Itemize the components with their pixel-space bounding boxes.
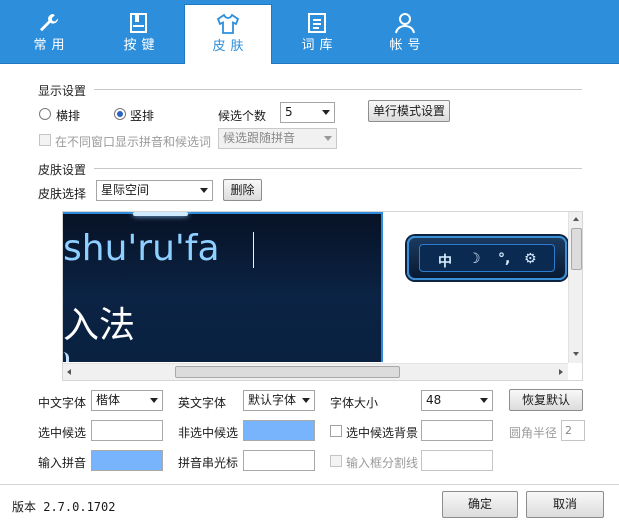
tab-bar: 常用 按键 皮肤 词库 帐号 — [0, 0, 619, 65]
skin-section-divider — [94, 168, 582, 169]
status-bar-inner: 中 ☽ °, ⚙ — [419, 244, 555, 272]
skin-preview: shu'ru'fa 入法 中 ☽ °, ⚙ — [62, 211, 583, 381]
user-icon — [361, 4, 449, 34]
display-section-divider — [94, 89, 582, 90]
unselected-candidate-color[interactable] — [243, 420, 315, 441]
restore-default-button[interactable]: 恢复默认 — [509, 389, 583, 411]
horizontal-radio[interactable] — [39, 108, 51, 120]
selected-bg-checkbox[interactable] — [330, 425, 342, 437]
input-divider-color[interactable] — [421, 450, 493, 471]
version-text: 版本 2.7.0.1702 — [12, 500, 116, 514]
pinyin-cursor-color[interactable] — [243, 450, 315, 471]
scroll-right-icon[interactable] — [559, 369, 563, 375]
scroll-left-icon[interactable] — [67, 369, 71, 375]
tab-dictionary[interactable]: 词库 — [273, 4, 361, 64]
skin-select[interactable]: 星际空间 — [96, 180, 213, 201]
preview-candidate-text: 入法 — [63, 305, 136, 346]
dictionary-icon — [273, 4, 361, 34]
preview-vertical-scrollbar[interactable] — [568, 212, 582, 363]
tshirt-icon — [185, 5, 271, 35]
delete-skin-button[interactable]: 删除 — [223, 179, 262, 201]
follow-pinyin-value: 候选跟随拼音 — [223, 131, 296, 145]
chevron-down-icon — [150, 398, 158, 403]
cancel-button[interactable]: 取消 — [526, 491, 604, 518]
font-size-label: 字体大小 — [330, 396, 379, 410]
moon-icon: ☽ — [468, 251, 481, 267]
corner-radius-label: 圆角半径 — [509, 426, 558, 440]
chevron-down-icon — [302, 398, 310, 403]
en-font-label: 英文字体 — [178, 396, 227, 410]
scroll-up-icon[interactable] — [573, 217, 579, 221]
wrench-icon — [5, 4, 93, 34]
tab-account-label: 帐号 — [389, 38, 426, 53]
candidate-count-value: 5 — [285, 105, 293, 119]
tab-account[interactable]: 帐号 — [361, 4, 449, 64]
en-font-value: 默认字体 — [248, 393, 297, 407]
skin-select-value: 星际空间 — [101, 183, 150, 197]
font-size-select[interactable]: 48 — [421, 390, 493, 411]
horizontal-label: 横排 — [56, 109, 81, 123]
preview-candidate-fragment — [63, 352, 69, 362]
input-pinyin-color[interactable] — [91, 450, 163, 471]
tab-dictionary-label: 词库 — [301, 38, 338, 53]
cn-font-label: 中文字体 — [38, 396, 87, 410]
follow-pinyin-select[interactable]: 候选跟随拼音 — [218, 128, 337, 149]
chevron-down-icon — [480, 398, 488, 403]
input-pinyin-label: 输入拼音 — [38, 456, 87, 470]
chevron-down-icon — [322, 110, 330, 115]
selected-bg-label: 选中候选背景 — [346, 426, 419, 440]
tab-skin-label: 皮肤 — [212, 39, 249, 54]
vertical-scroll-thumb[interactable] — [571, 228, 582, 270]
single-line-mode-button[interactable]: 单行模式设置 — [368, 100, 450, 122]
preview-caret — [253, 232, 254, 268]
separate-window-checkbox[interactable] — [39, 134, 51, 146]
candidate-count-select[interactable]: 5 — [280, 102, 335, 123]
chevron-down-icon — [200, 188, 208, 193]
cn-font-value: 楷体 — [96, 393, 121, 407]
vertical-label: 竖排 — [130, 109, 155, 123]
ok-button[interactable]: 确定 — [442, 491, 518, 518]
corner-radius-input[interactable]: 2 — [561, 420, 585, 441]
tab-common-label: 常用 — [33, 38, 70, 53]
preview-status-bar: 中 ☽ °, ⚙ — [407, 236, 567, 280]
preview-pinyin-text: shu'ru'fa — [63, 228, 220, 269]
scroll-down-icon[interactable] — [573, 352, 579, 356]
display-section-title: 显示设置 — [38, 84, 87, 98]
chinese-mode-icon: 中 — [438, 254, 452, 270]
selected-candidate-label: 选中候选 — [38, 426, 87, 440]
selected-candidate-color[interactable] — [91, 420, 163, 441]
vertical-radio[interactable] — [114, 108, 126, 120]
chevron-down-icon — [324, 136, 332, 141]
candidate-count-label: 候选个数 — [218, 109, 267, 123]
footer-divider — [0, 484, 619, 485]
pinyin-cursor-label: 拼音串光标 — [178, 456, 239, 470]
tab-skin[interactable]: 皮肤 — [184, 4, 272, 65]
font-size-value: 48 — [426, 393, 442, 407]
input-divider-checkbox[interactable] — [330, 455, 342, 467]
preview-horizontal-scrollbar[interactable] — [63, 363, 568, 380]
tab-common[interactable]: 常用 — [5, 4, 93, 64]
skin-section-title: 皮肤设置 — [38, 163, 87, 177]
tab-keys[interactable]: 按键 — [95, 4, 183, 64]
skin-glow-accent — [133, 212, 188, 216]
gear-icon: ⚙ — [524, 251, 537, 267]
horizontal-scroll-thumb[interactable] — [175, 366, 400, 378]
keyboard-icon — [95, 4, 183, 34]
cn-font-select[interactable]: 楷体 — [91, 390, 163, 411]
en-font-select[interactable]: 默认字体 — [243, 390, 315, 411]
unselected-candidate-label: 非选中候选 — [178, 426, 239, 440]
selected-bg-color[interactable] — [421, 420, 493, 441]
input-divider-label: 输入框分割线 — [346, 456, 419, 470]
skin-preview-panel: shu'ru'fa 入法 — [63, 212, 383, 362]
punctuation-icon: °, — [498, 251, 511, 267]
settings-content: 显示设置 横排 竖排 候选个数 5 单行模式设置 在不同窗口显示拼音和候选词 候… — [0, 64, 619, 526]
skin-select-label: 皮肤选择 — [38, 187, 87, 201]
tab-keys-label: 按键 — [123, 38, 160, 53]
separate-window-label: 在不同窗口显示拼音和候选词 — [55, 135, 212, 149]
